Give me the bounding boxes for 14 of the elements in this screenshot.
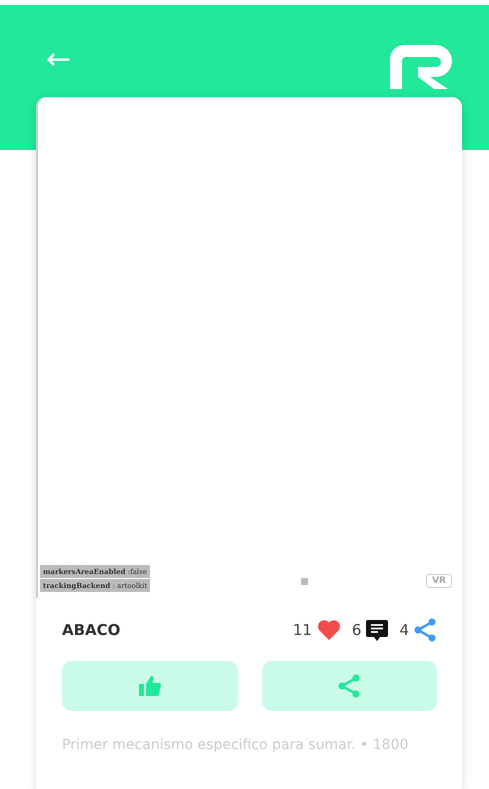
heart-icon <box>316 619 342 641</box>
share-button[interactable] <box>262 661 437 711</box>
comments-count: 6 <box>352 621 362 639</box>
shares-count: 4 <box>399 621 409 639</box>
vr-button[interactable]: VR <box>426 574 452 588</box>
like-button[interactable] <box>62 661 238 711</box>
thumbs-up-icon <box>138 675 162 697</box>
share-icon <box>337 674 362 698</box>
likes-count: 11 <box>292 621 312 639</box>
share-icon <box>413 618 437 642</box>
page-indicator <box>301 578 308 585</box>
back-button[interactable]: ← <box>46 43 72 77</box>
item-title: ABACO <box>62 621 120 639</box>
comment-icon <box>365 618 390 642</box>
